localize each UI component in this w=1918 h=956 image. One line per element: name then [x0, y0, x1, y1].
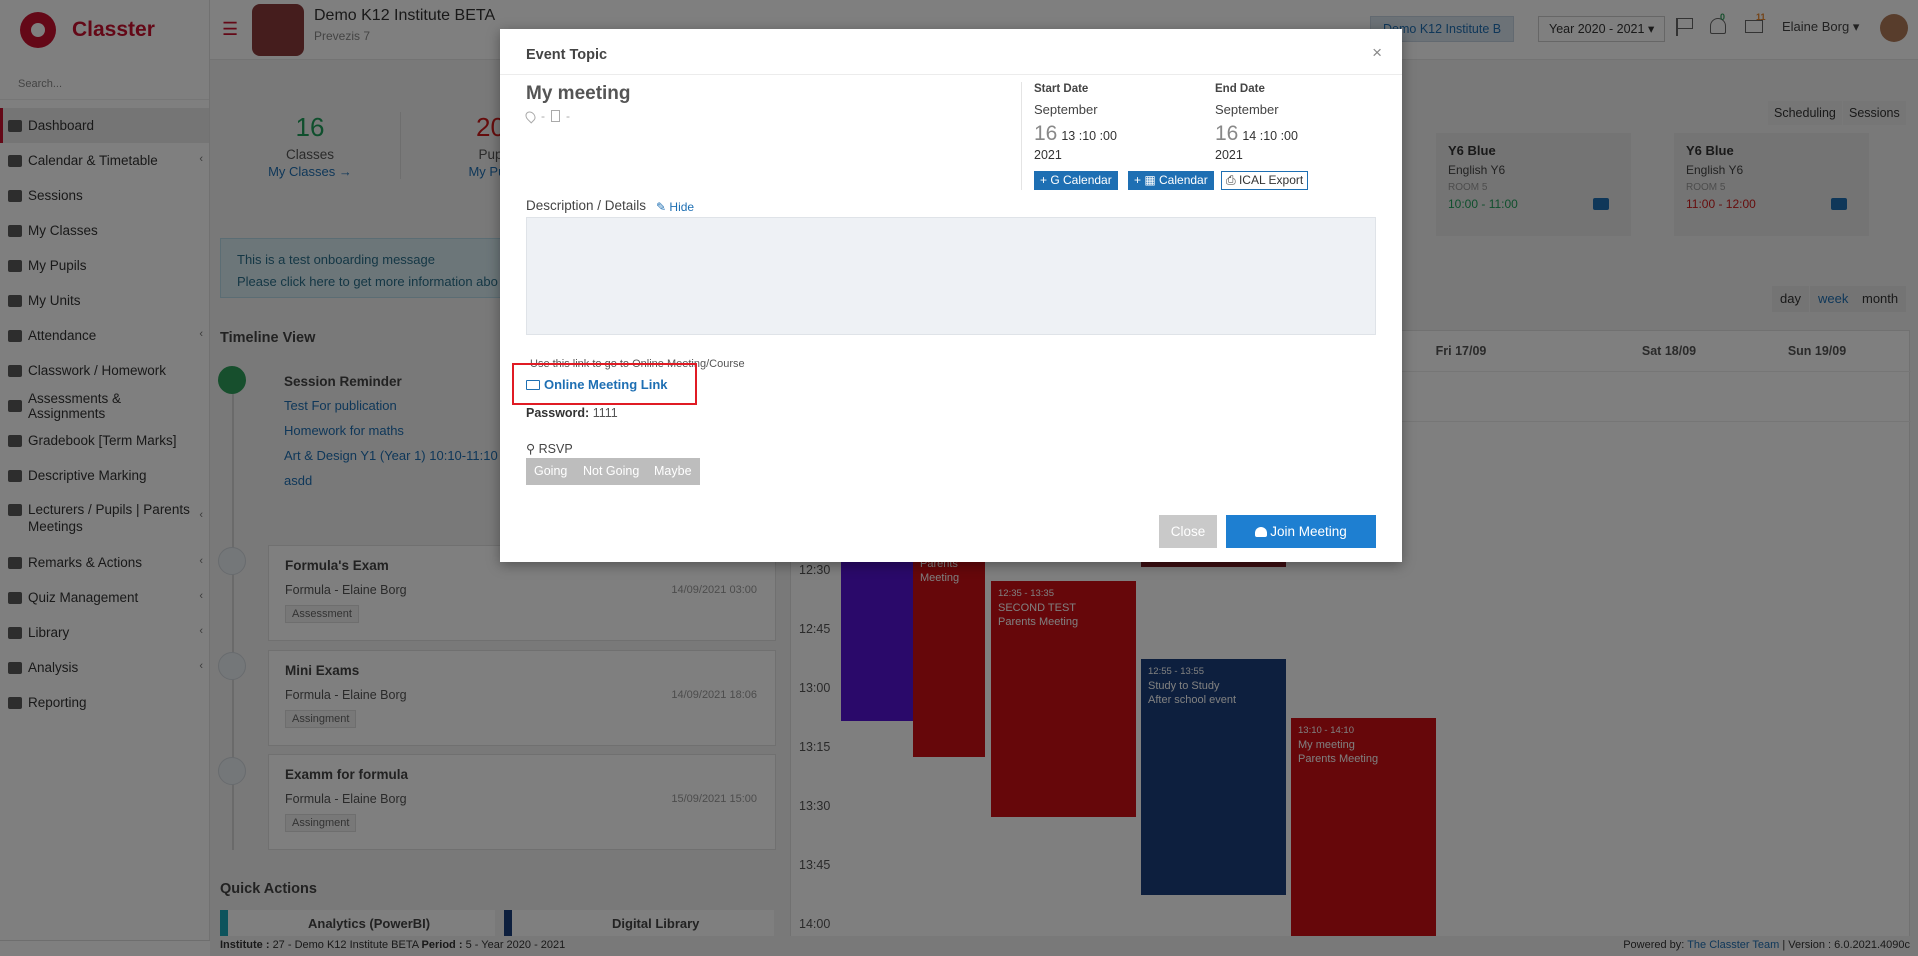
description-label: Description / Details [526, 198, 647, 213]
start-day: 16 [1034, 122, 1058, 145]
file-export-icon: ⎙ [1226, 173, 1236, 187]
hide-description-link[interactable]: ✎ Hide [656, 200, 694, 214]
end-year: 2021 [1215, 148, 1243, 162]
rsvp-label-row: ⚲ RSVP [526, 441, 573, 456]
ical-export-label: ICAL Export [1238, 173, 1304, 187]
user-plus-icon [1255, 527, 1268, 537]
modal-title: Event Topic [526, 47, 608, 63]
event-topic-modal: Event Topic × My meeting - - Start Date … [500, 29, 1402, 562]
person-icon: ⚲ [526, 442, 536, 456]
description-box [526, 217, 1376, 335]
outlook-calendar-button[interactable]: + ▦ Calendar [1128, 171, 1214, 190]
end-date: End Date September 16 14 :10 :00 2021 [1215, 83, 1365, 162]
end-date-label: End Date [1215, 83, 1265, 95]
building-icon [551, 110, 560, 122]
divider [1021, 82, 1022, 190]
event-room: - [566, 109, 570, 123]
end-month: September [1215, 102, 1279, 117]
event-name: My meeting [526, 83, 631, 104]
event-location: - [541, 109, 545, 123]
start-year: 2021 [1034, 148, 1062, 162]
join-meeting-button[interactable]: Join Meeting [1226, 515, 1376, 548]
event-meta: - - [523, 108, 570, 124]
end-day: 16 [1215, 122, 1239, 145]
google-calendar-button[interactable]: + G Calendar [1034, 171, 1118, 190]
location-pin-icon [523, 108, 538, 124]
start-month: September [1034, 102, 1098, 117]
rsvp-not-going-button[interactable]: Not Going [575, 458, 648, 485]
start-date: Start Date September 16 13 :10 :00 2021 [1034, 83, 1184, 162]
start-day-row: 16 13 :10 :00 [1034, 122, 1184, 146]
password-label: Password: [526, 406, 590, 420]
end-time: 14 :10 :00 [1242, 129, 1298, 143]
pin-icon: ✎ [656, 200, 667, 214]
password-row: Password: 1111 [526, 406, 618, 420]
password-value: 1111 [592, 406, 618, 420]
ical-export-button[interactable]: ⎙ ICAL Export [1221, 171, 1309, 190]
divider [500, 74, 1402, 75]
hide-label: Hide [669, 200, 695, 214]
join-meeting-label: Join Meeting [1270, 524, 1347, 539]
rsvp-label: RSVP [538, 442, 573, 456]
close-icon[interactable]: × [1372, 43, 1382, 63]
end-day-row: 16 14 :10 :00 [1215, 122, 1365, 146]
highlight-box [512, 363, 697, 405]
close-button[interactable]: Close [1159, 515, 1217, 548]
rsvp-going-button[interactable]: Going [526, 458, 576, 485]
rsvp-maybe-button[interactable]: Maybe [646, 458, 700, 485]
start-date-label: Start Date [1034, 83, 1089, 95]
start-time: 13 :10 :00 [1061, 129, 1117, 143]
